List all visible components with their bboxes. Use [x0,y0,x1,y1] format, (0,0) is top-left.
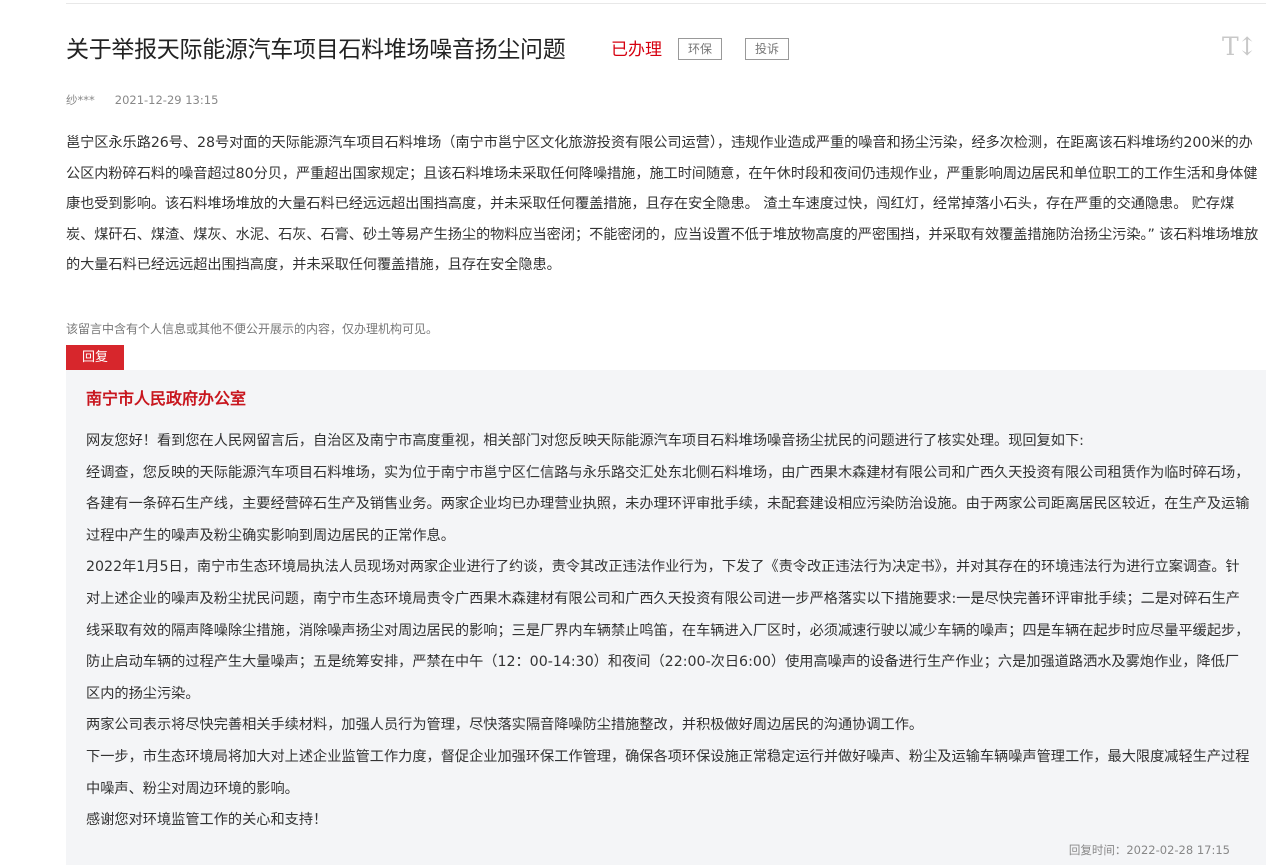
reply-paragraph: 两家公司表示将尽快完善相关手续材料，加强人员行为管理，尽快落实隔音降噪防尘措施整… [86,717,924,734]
reply-paragraph: 感谢您对环境监管工作的关心和支持！ [86,812,328,829]
reply-content: 网友您好！看到您在人民网留言后，自治区及南宁市高度重视，相关部门对您反映天际能源… [86,426,1250,837]
reply-paragraph: 网友您好！看到您在人民网留言后，自治区及南宁市高度重视，相关部门对您反映天际能源… [86,433,1084,449]
post-date: 2021-12-29 13:15 [114,93,219,107]
post-meta: 纱*** 2021-12-29 13:15 [66,92,218,108]
reply-organization: 南宁市人民政府办公室 [86,389,247,408]
privacy-note: 该留言中含有个人信息或其他不便公开展示的内容，仅办理机构可见。 [66,322,439,336]
reply-time: 回复时间：2022-02-28 17:15 [1069,842,1230,858]
status-badge: 已办理 [611,40,662,60]
reply-paragraph: 2022年1月5日，南宁市生态环境局执法人员现场对两家企业进行了约谈，责令其改正… [86,559,1250,702]
reply-paragraph: 经调查，您反映的天际能源汽车项目石料堆场，实为位于南宁市邕宁区仁信路与永乐路交汇… [86,464,1250,544]
reply-time-value: 2022-02-28 17:15 [1126,843,1230,857]
page-title: 关于举报天际能源汽车项目石料堆场噪音扬尘问题 [66,37,566,63]
post-content: 邕宁区永乐路26号、28号对面的天际能源汽车项目石料堆场（南宁市邕宁区文化旅游投… [66,135,1259,273]
tag-environment[interactable]: 环保 [678,38,723,60]
tag-complaint[interactable]: 投诉 [745,38,790,60]
font-size-icon[interactable]: T↕ [1222,32,1258,61]
top-divider [66,3,1266,4]
post-header: 关于举报天际能源汽车项目石料堆场噪音扬尘问题 已办理 环保 投诉 T↕ [66,32,1266,68]
reply-section: 南宁市人民政府办公室 网友您好！看到您在人民网留言后，自治区及南宁市高度重视，相… [66,370,1266,865]
reply-time-label: 回复时间： [1068,843,1127,857]
reply-paragraph: 下一步，市生态环境局将加大对上述企业监管工作力度，督促企业加强环保工作管理，确保… [86,748,1250,797]
author-name: 纱*** [66,93,95,107]
reply-tab: 回复 [66,345,124,370]
